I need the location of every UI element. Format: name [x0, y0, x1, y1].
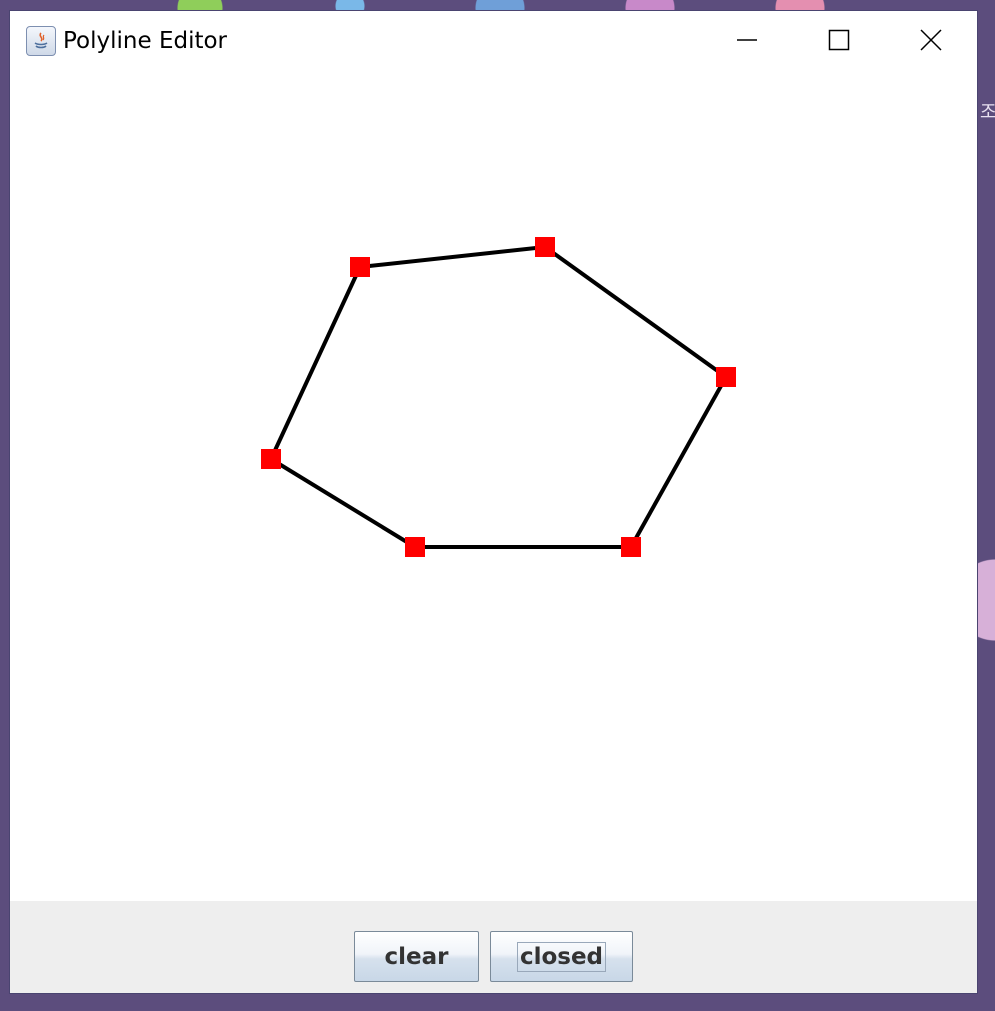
- button-panel: clear closed: [10, 901, 977, 993]
- vertex-handle[interactable]: [405, 537, 425, 557]
- java-app-icon: [26, 26, 56, 56]
- maximize-button[interactable]: [793, 11, 885, 69]
- polyline-editor-window: Polyline Editor clear closed: [10, 11, 977, 993]
- vertex-handle[interactable]: [350, 257, 370, 277]
- polyline-edge: [629, 376, 728, 548]
- window-title: Polyline Editor: [63, 28, 228, 54]
- close-button[interactable]: [885, 11, 977, 69]
- polyline-vertices[interactable]: [261, 237, 736, 557]
- vertex-handle[interactable]: [261, 449, 281, 469]
- title-bar[interactable]: Polyline Editor: [10, 11, 977, 71]
- polyline-edge: [269, 457, 417, 549]
- polyline-edges: [269, 245, 728, 549]
- vertex-handle[interactable]: [716, 367, 736, 387]
- minimize-button[interactable]: [701, 11, 793, 69]
- polyline-svg[interactable]: [10, 71, 977, 901]
- clear-button-label: clear: [384, 943, 449, 970]
- vertex-handle[interactable]: [621, 537, 641, 557]
- minimize-icon: [737, 39, 757, 41]
- clear-button[interactable]: clear: [354, 931, 479, 982]
- drawing-canvas[interactable]: [10, 71, 977, 901]
- closed-button-label: closed: [516, 941, 607, 972]
- polyline-edge: [359, 245, 546, 269]
- closed-button[interactable]: closed: [490, 931, 633, 982]
- vertex-handle[interactable]: [535, 237, 555, 257]
- polyline-edge: [543, 245, 728, 379]
- maximize-icon: [828, 29, 850, 51]
- desktop-text: 조: [980, 102, 995, 123]
- polyline-edge: [269, 266, 362, 460]
- close-icon: [920, 29, 942, 51]
